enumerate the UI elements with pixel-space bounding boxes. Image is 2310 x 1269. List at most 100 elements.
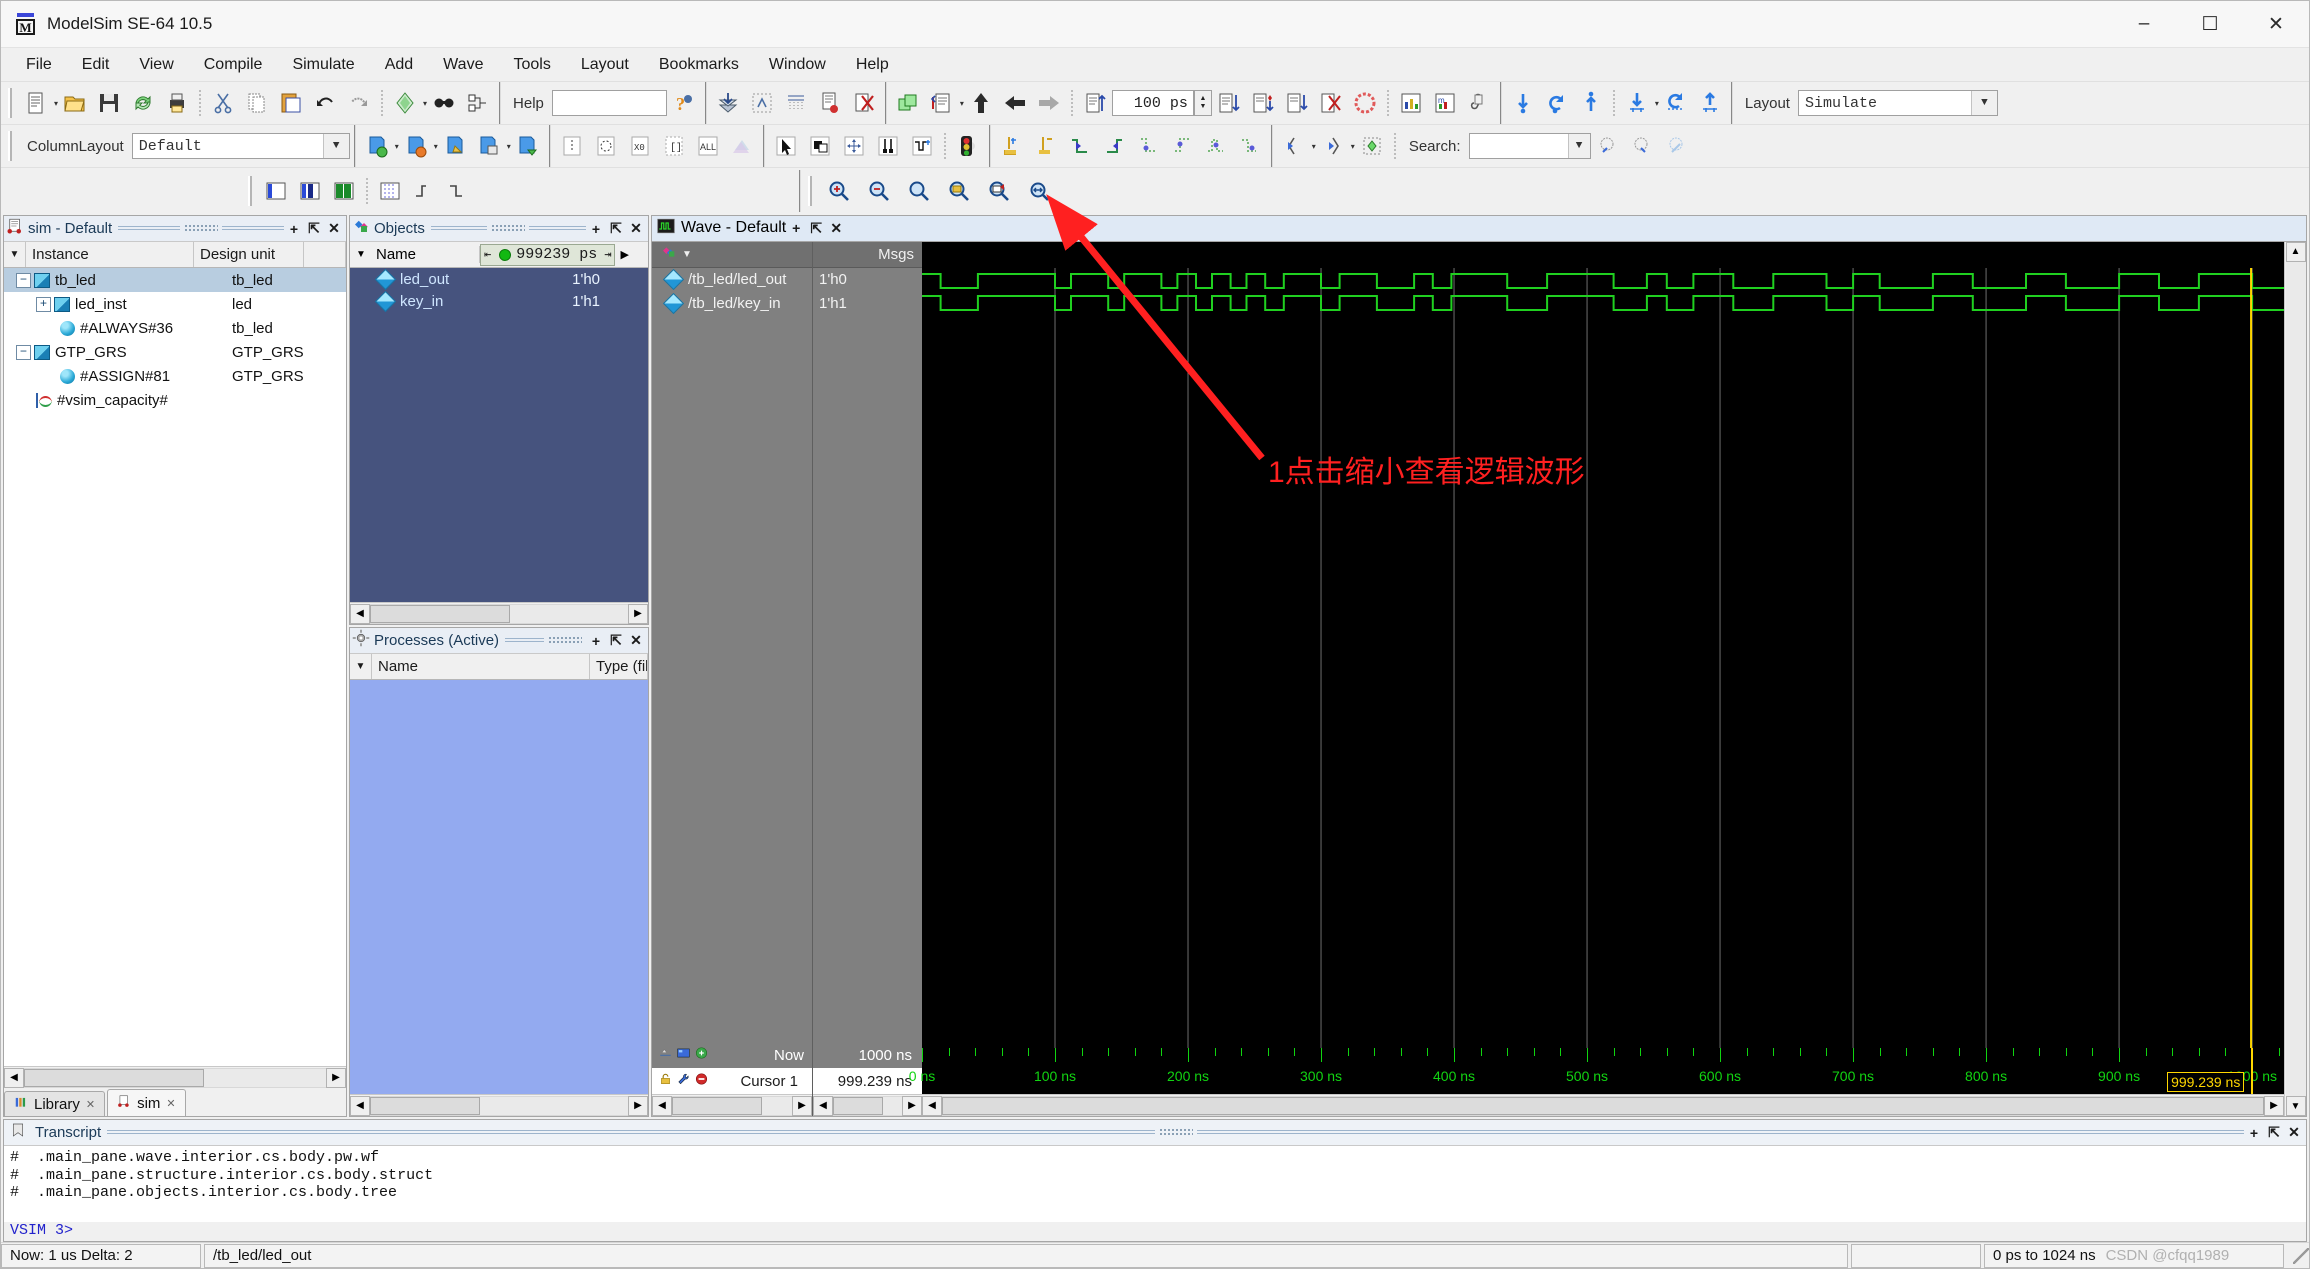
scroll-up-icon[interactable]: ▲ [2285,241,2306,262]
goto-start-icon[interactable]: ⇤ [481,247,494,262]
scroll-right-icon[interactable]: ▶ [902,1095,922,1116]
wave-restart-icon[interactable] [1660,87,1692,119]
menu-help[interactable]: Help [841,53,904,77]
objects-panel-add-button[interactable]: + [586,219,606,239]
find-falling-edge-icon[interactable] [1132,130,1164,162]
panel-drag-rail[interactable] [118,224,181,233]
copy-icon[interactable] [241,87,273,119]
zoom-range-icon[interactable] [1020,175,1058,207]
search-next-icon[interactable] [1626,130,1658,162]
scroll-trough[interactable] [370,1095,628,1116]
radix-octal-icon[interactable] [590,130,622,162]
new-file-dropdown-icon[interactable]: ▾ [54,99,58,108]
scroll-right-icon[interactable]: ▶ [792,1095,812,1116]
objects-more-icon[interactable]: ▶ [615,248,633,261]
processes-filter-icon[interactable]: ▼ [350,654,372,679]
move-icon[interactable] [838,130,870,162]
profile-report-icon[interactable] [1395,87,1427,119]
wave-up-icon[interactable] [1694,87,1726,119]
panel-grip-dots[interactable] [491,224,526,233]
load-bookmark-icon[interactable] [512,130,544,162]
radix-color-icon[interactable] [726,130,758,162]
select-pointer-icon[interactable] [770,130,802,162]
scroll-thumb[interactable] [833,1096,883,1115]
find-any-edge-icon[interactable] [1200,130,1232,162]
menu-wave[interactable]: Wave [428,53,498,77]
add-bookmark-dropdown-icon[interactable]: ▾ [395,142,399,151]
scroll-left-icon[interactable]: ◀ [4,1067,24,1088]
run-length-stepper[interactable]: ▲ ▼ [1193,90,1212,116]
wave-panel-add-button[interactable]: + [786,218,806,238]
wave-zoom-fit-icon[interactable] [658,1046,673,1064]
wave-vertical-scrollbar[interactable]: ▲ ▼ [2284,241,2306,1116]
scroll-right-icon[interactable]: ▶ [326,1067,346,1088]
lock-icon[interactable] [658,1072,673,1090]
scroll-trough[interactable] [24,1067,326,1088]
insert-cursor-right-icon[interactable] [1030,130,1062,162]
scroll-left-icon[interactable]: ◀ [350,1095,370,1116]
run-up-icon[interactable] [1575,87,1607,119]
scroll-left-icon[interactable]: ◀ [813,1095,833,1116]
view-single-icon[interactable] [260,175,292,207]
panel-grip-dots[interactable] [1158,1128,1193,1137]
transcript-undock-button[interactable]: ⇱ [2264,1123,2284,1143]
open-icon[interactable] [59,87,91,119]
objects-list[interactable]: led_out 1'h0 key_in 1'h1 [350,268,648,602]
sim-panel-close-button[interactable]: ✕ [324,219,344,239]
compile-dropdown-icon[interactable]: ▾ [423,99,427,108]
zoom-out-icon[interactable] [860,175,898,207]
continue-run-icon[interactable] [1247,87,1279,119]
tab-close-icon[interactable]: ✕ [166,1097,175,1110]
memory-icon[interactable]: m [1429,87,1461,119]
reload-icon[interactable] [127,87,159,119]
sim-column-extra[interactable] [304,242,346,267]
coverage-save-icon[interactable] [712,87,744,119]
columnlayout-combobox[interactable]: Default ▼ [131,133,350,159]
scroll-thumb[interactable] [370,604,510,623]
wave-panel-undock-button[interactable]: ⇱ [806,218,826,238]
zoom-in-on-cursor-icon[interactable] [940,175,978,207]
add-bookmark-icon[interactable] [361,130,393,162]
expander-icon[interactable]: − [16,272,31,288]
view-full-icon[interactable] [328,175,360,207]
find-next-transition-icon[interactable] [1098,130,1130,162]
transcript-add-button[interactable]: + [2244,1123,2264,1143]
sim-panel-undock-button[interactable]: ⇱ [304,219,324,239]
scroll-down-icon[interactable]: ▼ [2285,1096,2306,1116]
toolbar-grip[interactable] [248,175,256,206]
table-row[interactable]: − tb_led tb_led [4,268,346,292]
objects-time-chip[interactable]: ⇤ 999239 ps ⇥ [480,243,616,266]
scroll-thumb[interactable] [370,1096,480,1115]
table-row[interactable]: + led_inst led [4,292,346,316]
resize-grip-icon[interactable] [2293,1247,2309,1264]
wave-names-hscroll[interactable]: ◀ ▶ [652,1094,812,1116]
search-combobox[interactable]: ▼ [1468,133,1591,159]
tab-library[interactable]: Library ✕ [4,1091,106,1116]
scroll-thumb[interactable] [24,1068,204,1087]
run-icon[interactable] [1079,87,1111,119]
insert-cursor-left-icon[interactable] [996,130,1028,162]
grid-toggle-icon[interactable] [374,175,406,207]
menu-bookmarks[interactable]: Bookmarks [644,53,754,77]
dataflow-icon[interactable] [1463,87,1495,119]
expand-left-dropdown-icon[interactable]: ▾ [1312,142,1316,151]
scroll-thumb[interactable] [672,1096,762,1115]
table-row[interactable]: #ASSIGN#81 GTP_GRS [4,364,346,388]
scroll-left-icon[interactable]: ◀ [350,603,370,624]
table-row[interactable]: − GTP_GRS GTP_GRS [4,340,346,364]
scroll-right-icon[interactable]: ▶ [628,603,648,624]
save-bookmark-dropdown-icon[interactable]: ▾ [507,142,511,151]
sim-link-icon[interactable] [892,87,924,119]
wave-cursor-row[interactable]: Cursor 1 [652,1068,812,1094]
wave-down-dropdown-icon[interactable]: ▾ [1655,99,1659,108]
wave-add-cursor-icon[interactable] [694,1046,709,1064]
tab-close-icon[interactable]: ✕ [86,1098,95,1111]
objects-filter-icon[interactable]: ▼ [350,249,372,260]
end-simulation-icon[interactable] [848,87,880,119]
panel-drag-rail[interactable] [1196,1128,2244,1137]
search-input[interactable] [1475,137,1568,155]
maximize-button[interactable]: ☐ [2177,1,2243,47]
radix-binary-icon[interactable] [556,130,588,162]
panel-drag-rail[interactable] [222,224,284,233]
expand-all-icon[interactable] [1356,130,1388,162]
